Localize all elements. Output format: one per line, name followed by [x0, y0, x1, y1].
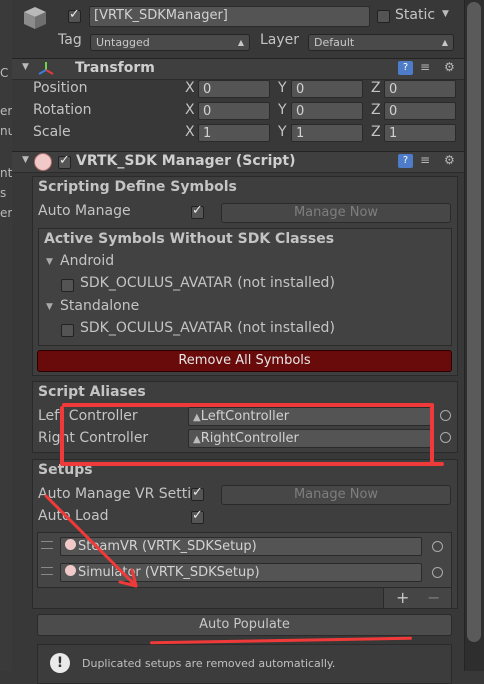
android-symbol-checkbox[interactable] — [61, 279, 74, 292]
script-component-icon — [34, 153, 52, 171]
auto-manage-checkbox[interactable] — [191, 203, 204, 219]
transform-preset-icon[interactable]: ≡ — [420, 60, 430, 74]
left-controller-picker-icon[interactable] — [440, 410, 451, 421]
transform-axis-icon — [37, 60, 55, 78]
auto-manage-vr-checkbox[interactable] — [191, 485, 204, 501]
left-strip-text-6: er — [0, 206, 13, 220]
right-controller-field[interactable]: ▲RightController — [188, 429, 431, 448]
rotation-x-label: X — [185, 102, 195, 118]
gameobject-small-icon: ▲ — [193, 412, 201, 423]
script-foldout-icon[interactable]: ▼ — [22, 155, 29, 165]
left-strip-text-5: s — [0, 186, 7, 200]
scale-y-field[interactable]: 1 — [291, 124, 363, 142]
standalone-symbol-checkbox[interactable] — [61, 324, 74, 337]
tag-value: Untagged — [96, 36, 150, 49]
standalone-foldout-icon[interactable]: ▼ — [46, 302, 53, 312]
annotation-highlight-top — [62, 403, 432, 407]
script-help-icon[interactable]: ? — [398, 154, 413, 168]
transform-help-icon[interactable]: ? — [398, 61, 413, 75]
info-icon: ! — [50, 653, 70, 673]
position-label: Position — [33, 80, 88, 96]
right-controller-label: Right Controller — [38, 430, 149, 446]
auto-manage-label: Auto Manage — [38, 203, 131, 219]
rotation-y-label: Y — [278, 102, 287, 118]
right-controller-picker-icon[interactable] — [440, 432, 451, 443]
scale-x-field[interactable]: 1 — [198, 124, 270, 142]
manage-now-button[interactable]: Manage Now — [221, 203, 451, 223]
layer-dropdown-arrow-icon: ▲ — [441, 38, 448, 47]
scrollbar-thumb[interactable] — [467, 2, 481, 642]
scale-z-field[interactable]: 1 — [384, 124, 456, 142]
left-controller-label: Left Controller — [38, 408, 138, 424]
static-checkbox[interactable] — [377, 10, 390, 23]
static-label: Static — [395, 7, 436, 23]
transform-foldout-icon[interactable]: ▼ — [22, 62, 29, 72]
android-symbol-label: SDK_OCULUS_AVATAR (not installed) — [80, 275, 335, 291]
script-gear-icon[interactable]: ⚙ — [444, 153, 455, 167]
remove-setup-button[interactable]: − — [427, 588, 440, 607]
remove-all-symbols-button[interactable]: Remove All Symbols — [37, 350, 452, 372]
setup-2-picker-icon[interactable] — [432, 567, 443, 578]
annotation-highlight-bottom — [60, 462, 444, 466]
tag-label: Tag — [58, 32, 82, 48]
rotation-y-field[interactable]: 0 — [291, 102, 363, 120]
setup-1-picker-icon[interactable] — [432, 541, 443, 552]
transform-gear-icon[interactable]: ⚙ — [444, 60, 455, 74]
rotation-x-field[interactable]: 0 — [198, 102, 270, 120]
add-setup-button[interactable]: + — [396, 588, 409, 607]
position-z-field[interactable]: 0 — [384, 80, 456, 98]
annotation-highlight-right — [430, 403, 434, 465]
object-name-field[interactable]: [VRTK_SDKManager] — [89, 6, 370, 27]
rotation-z-label: Z — [371, 102, 381, 118]
script-enabled-checkbox[interactable] — [58, 153, 71, 169]
layer-label: Layer — [260, 32, 300, 48]
scale-label: Scale — [33, 124, 71, 140]
active-checkbox[interactable] — [68, 7, 81, 23]
position-y-label: Y — [278, 80, 287, 96]
standalone-group-label: Standalone — [60, 298, 140, 314]
scale-x-label: X — [185, 124, 195, 140]
annotation-arrow-icon — [44, 494, 138, 588]
right-controller-value: RightController — [200, 431, 299, 446]
rotation-label: Rotation — [33, 102, 92, 118]
script-preset-icon[interactable]: ≡ — [420, 153, 430, 167]
left-controller-value: LeftController — [200, 409, 290, 424]
info-text: Duplicated setups are removed automatica… — [82, 657, 336, 670]
define-symbols-title: Scripting Define Symbols — [38, 179, 237, 195]
android-foldout-icon[interactable]: ▼ — [46, 257, 53, 267]
scale-y-label: Y — [278, 124, 287, 140]
annotation-highlight-left — [60, 406, 64, 464]
scale-z-label: Z — [371, 124, 381, 140]
script-aliases-title: Script Aliases — [38, 384, 146, 400]
setups-manage-now-button[interactable]: Manage Now — [221, 485, 451, 505]
standalone-symbol-label: SDK_OCULUS_AVATAR (not installed) — [80, 320, 335, 336]
tag-dropdown-arrow-icon: ▲ — [237, 38, 244, 47]
position-z-label: Z — [371, 80, 381, 96]
position-x-field[interactable]: 0 — [198, 80, 270, 98]
gameobject-small-icon-2: ▲ — [193, 434, 201, 445]
layer-dropdown[interactable]: Default ▲ — [308, 34, 454, 51]
static-dropdown-icon[interactable]: ▼ — [442, 9, 449, 19]
left-controller-field[interactable]: ▲LeftController — [188, 407, 431, 426]
auto-load-checkbox[interactable] — [191, 508, 204, 524]
left-strip-text-1: C — [0, 66, 9, 80]
android-group-label: Android — [60, 253, 115, 269]
active-symbols-title: Active Symbols Without SDK Classes — [44, 231, 335, 247]
list-footer — [383, 588, 452, 609]
transform-title: Transform — [75, 60, 155, 76]
gameobject-cube-icon — [22, 5, 48, 31]
left-strip-text-2: er — [0, 104, 13, 118]
left-strip-text-4: nt — [0, 166, 13, 180]
layer-value: Default — [314, 36, 355, 49]
position-y-field[interactable]: 0 — [291, 80, 363, 98]
tag-dropdown[interactable]: Untagged ▲ — [90, 34, 250, 51]
auto-populate-button[interactable]: Auto Populate — [37, 614, 452, 636]
rotation-z-field[interactable]: 0 — [384, 102, 456, 120]
position-x-label: X — [185, 80, 195, 96]
script-title: VRTK_SDK Manager (Script) — [76, 153, 296, 169]
